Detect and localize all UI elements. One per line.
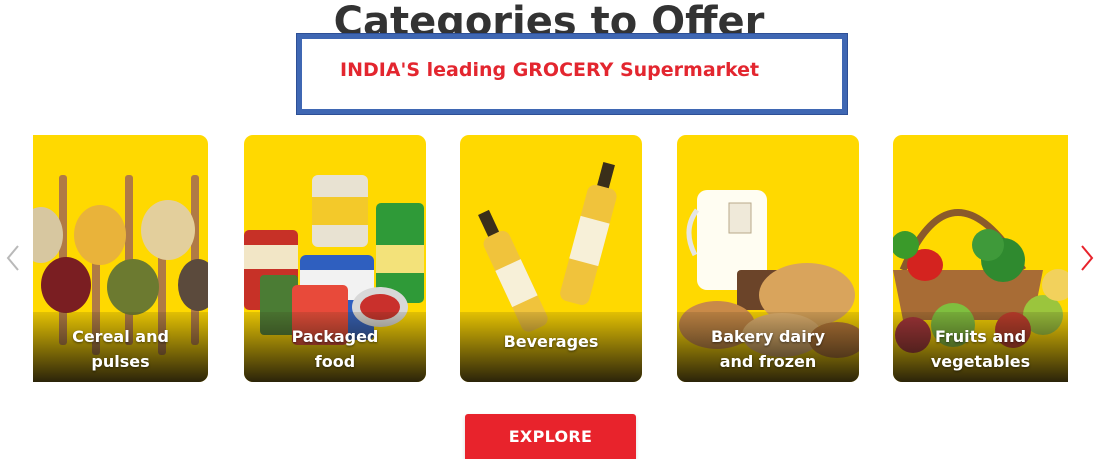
category-carousel: Cereal and pulses Packaged food Beverage… [0, 135, 1098, 385]
category-card-bakery-dairy-frozen[interactable]: Bakery dairy and frozen [677, 135, 859, 382]
category-label: Cereal and pulses [72, 327, 169, 371]
category-label: Packaged food [291, 327, 379, 371]
category-label: Fruits and vegetables [930, 327, 1031, 371]
category-card-fruits-vegetables[interactable]: Fruits and vegetables [893, 135, 1068, 382]
tagline-text: INDIA'S leading GROCERY Supermarket [340, 59, 760, 81]
tagline-banner: INDIA'S leading GROCERY Supermarket [296, 33, 848, 115]
category-card-beverages[interactable]: Beverages [460, 135, 642, 382]
category-label: Bakery dairy and frozen [711, 327, 825, 371]
carousel-next-button[interactable] [1077, 240, 1097, 276]
explore-button[interactable]: EXPLORE [465, 414, 636, 459]
category-card-packaged-food[interactable]: Packaged food [244, 135, 426, 382]
chevron-left-icon [6, 245, 19, 271]
carousel-prev-button[interactable] [3, 240, 23, 276]
category-label: Beverages [503, 332, 599, 351]
category-card-cereal-pulses[interactable]: Cereal and pulses [33, 135, 208, 382]
chevron-right-icon [1081, 245, 1094, 271]
